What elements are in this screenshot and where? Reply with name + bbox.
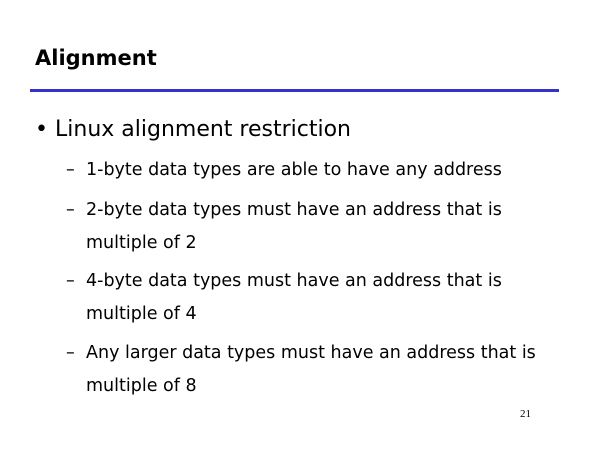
sub-item-text: 1-byte data types are able to have any a…	[86, 160, 502, 180]
sub-item-text: Any larger data types must have an addre…	[86, 343, 536, 396]
dash-icon: –	[66, 200, 75, 220]
bullet-item: • Linux alignment restriction	[35, 117, 351, 142]
page-number: 21	[520, 408, 531, 420]
dash-icon: –	[66, 343, 75, 363]
sub-item-text: 4-byte data types must have an address t…	[86, 271, 502, 324]
sub-item: – 2-byte data types must have an address…	[66, 194, 541, 260]
title-divider	[30, 89, 559, 92]
dash-icon: –	[66, 271, 75, 291]
bullet-text: Linux alignment restriction	[55, 117, 351, 142]
sub-item: – 4-byte data types must have an address…	[66, 265, 541, 331]
sub-item-text: 2-byte data types must have an address t…	[86, 200, 502, 253]
bullet-dot-icon: •	[35, 117, 48, 142]
sub-item: – Any larger data types must have an add…	[66, 337, 546, 403]
sub-item: – 1-byte data types are able to have any…	[66, 154, 556, 187]
slide-title: Alignment	[35, 46, 157, 70]
dash-icon: –	[66, 160, 75, 180]
